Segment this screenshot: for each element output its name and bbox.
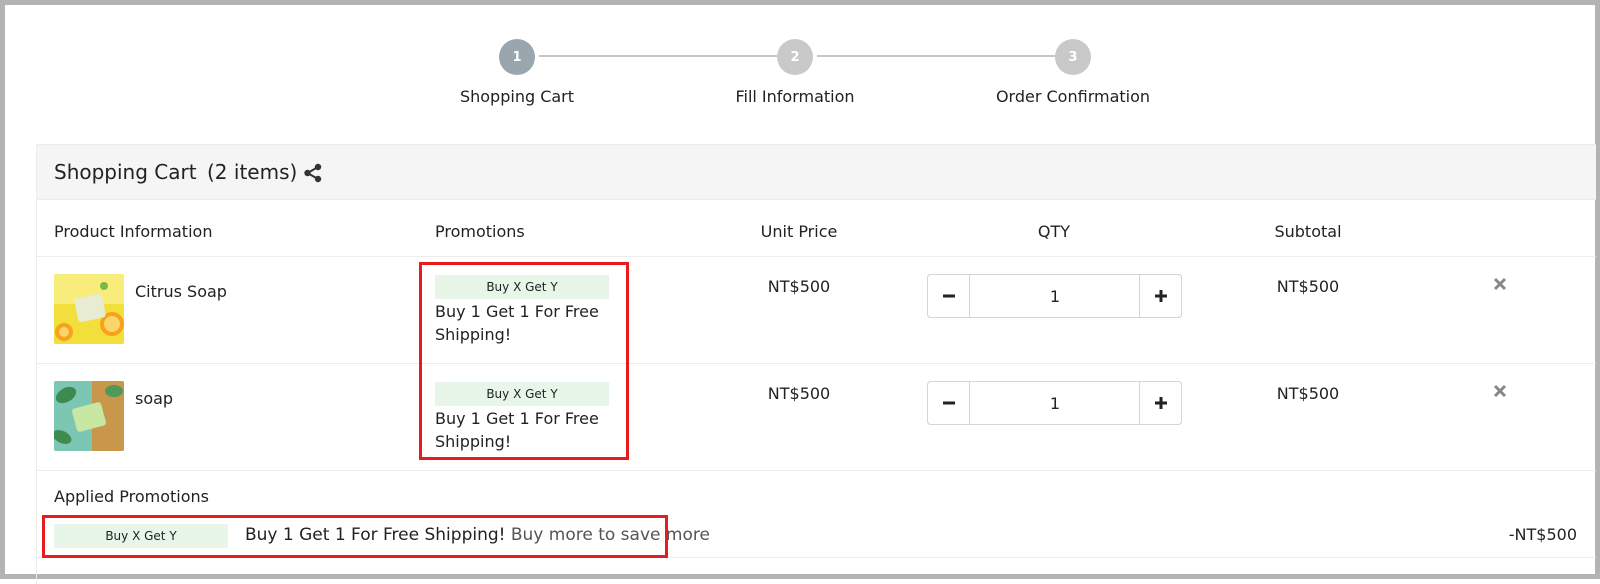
row-divider — [37, 557, 1596, 558]
decrease-qty-button[interactable] — [927, 274, 970, 318]
unit-price: NT$500 — [767, 384, 831, 403]
applied-promo-more: Buy more to save more — [510, 525, 710, 545]
step-connector — [539, 55, 783, 57]
checkout-stepper: 1 2 3 Shopping Cart Fill Information Ord… — [5, 5, 1600, 125]
increase-qty-button[interactable] — [1139, 381, 1182, 425]
item-subtotal: NT$500 — [1276, 384, 1340, 403]
remove-item-icon[interactable] — [1492, 383, 1508, 399]
plus-icon — [1154, 290, 1167, 302]
column-qty: QTY — [1037, 222, 1071, 241]
step-connector — [817, 55, 1061, 57]
step-3-indicator: 3 — [1055, 39, 1091, 75]
plus-icon — [1154, 397, 1167, 409]
row-divider — [37, 470, 1596, 471]
cart-item-count: (2 items) — [207, 160, 298, 184]
step-1-label: Shopping Cart — [459, 87, 575, 106]
promo-description: Buy 1 Get 1 For Free Shipping! — [435, 409, 599, 451]
green-soap-image[interactable] — [54, 381, 124, 451]
increase-qty-button[interactable] — [1139, 274, 1182, 318]
step-3-label: Order Confirmation — [995, 87, 1151, 106]
citrus-soap-image[interactable] — [54, 274, 124, 344]
item-name[interactable]: soap — [135, 389, 173, 408]
cart-title: Shopping Cart — [54, 160, 197, 184]
minus-icon — [942, 294, 955, 298]
step-2-label: Fill Information — [735, 87, 855, 106]
shopping-cart-panel: Shopping Cart (2 items) Product Informat… — [36, 144, 1596, 584]
applied-discount-amount: -NT$500 — [1508, 525, 1577, 544]
unit-price: NT$500 — [767, 277, 831, 296]
promo-description: Buy 1 Get 1 For Free Shipping! — [435, 302, 599, 344]
quantity-stepper: 1 — [927, 381, 1182, 425]
row-divider — [37, 363, 1596, 364]
applied-promo-text: Buy 1 Get 1 For Free Shipping! — [245, 525, 506, 545]
promo-tag: Buy X Get Y — [435, 382, 609, 406]
quantity-input[interactable]: 1 — [971, 275, 1139, 317]
promo-tag: Buy X Get Y — [435, 275, 609, 299]
applied-promotions-label: Applied Promotions — [54, 487, 209, 506]
column-product: Product Information — [54, 222, 213, 241]
column-promotions: Promotions — [435, 222, 525, 241]
page-frame: 1 2 3 Shopping Cart Fill Information Ord… — [0, 0, 1600, 584]
cart-header: Shopping Cart (2 items) — [37, 144, 1596, 200]
row-divider — [37, 256, 1596, 257]
quantity-stepper: 1 — [927, 274, 1182, 318]
step-1-indicator: 1 — [499, 39, 535, 75]
applied-promo-tag: Buy X Get Y — [54, 524, 228, 548]
step-2-indicator: 2 — [777, 39, 813, 75]
decrease-qty-button[interactable] — [927, 381, 970, 425]
item-subtotal: NT$500 — [1276, 277, 1340, 296]
column-unit-price: Unit Price — [760, 222, 838, 241]
quantity-input[interactable]: 1 — [971, 382, 1139, 424]
remove-item-icon[interactable] — [1492, 276, 1508, 292]
column-subtotal: Subtotal — [1274, 222, 1342, 241]
minus-icon — [942, 401, 955, 405]
share-icon[interactable] — [303, 163, 323, 183]
applied-promo-description: Buy 1 Get 1 For Free Shipping! Buy more … — [245, 525, 710, 545]
item-name[interactable]: Citrus Soap — [135, 282, 227, 301]
